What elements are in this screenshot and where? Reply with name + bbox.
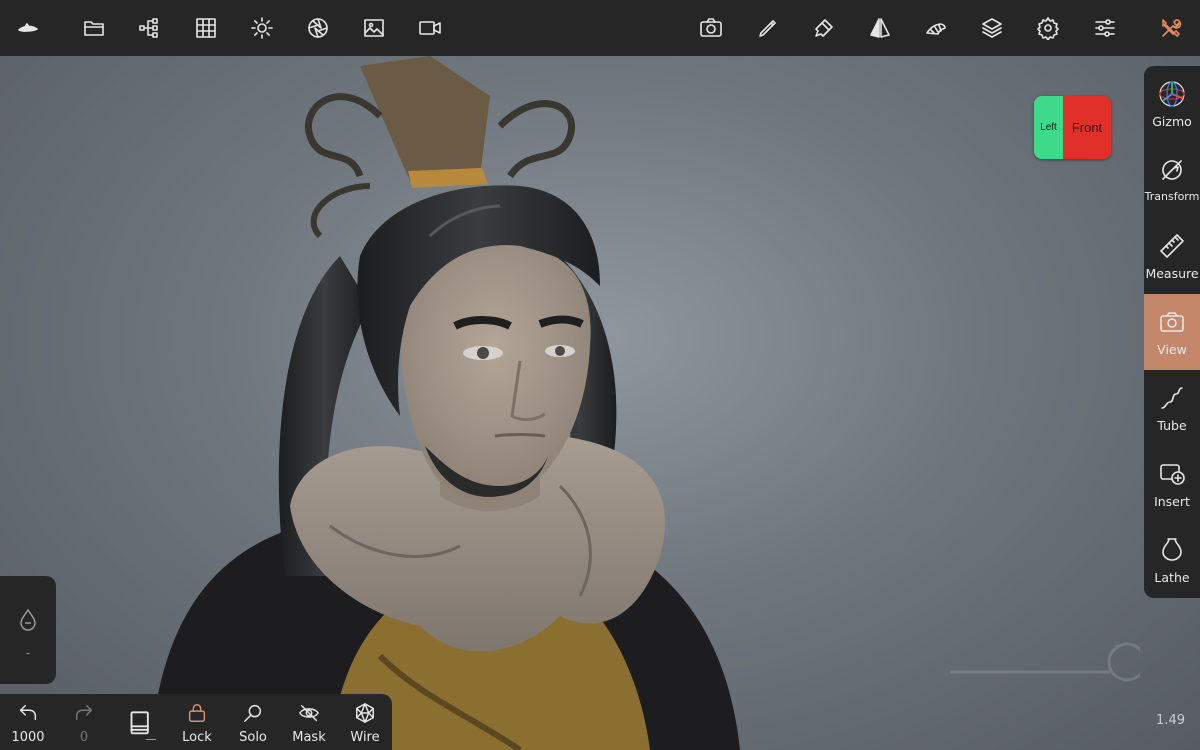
- solo-button[interactable]: Solo: [229, 694, 277, 750]
- view-cube-left-face[interactable]: Left: [1034, 96, 1063, 159]
- tool-lathe-label: Lathe: [1154, 570, 1190, 585]
- sun-icon[interactable]: [244, 10, 280, 46]
- grid-icon[interactable]: [188, 10, 224, 46]
- undo-count: 1000: [11, 730, 45, 745]
- camera-icon: [1160, 312, 1184, 332]
- tool-transform[interactable]: Transform: [1144, 142, 1200, 218]
- tool-gizmo-label: Gizmo: [1152, 114, 1192, 129]
- mask-button[interactable]: Mask: [285, 694, 333, 750]
- redo-count: 0: [79, 730, 89, 745]
- tools-icon[interactable]: [1153, 10, 1189, 46]
- tool-tube[interactable]: Tube: [1144, 370, 1200, 446]
- insert-icon: [1160, 464, 1185, 485]
- view-cube-front-face[interactable]: Front: [1063, 96, 1111, 159]
- tool-insert-label: Insert: [1154, 494, 1190, 509]
- left-panel-value: -: [25, 646, 31, 660]
- folder-icon[interactable]: [76, 10, 112, 46]
- wire-label: Wire: [350, 730, 380, 745]
- topology-icon[interactable]: [918, 10, 954, 46]
- 3d-viewport[interactable]: [0, 56, 1200, 750]
- top-toolbar: [0, 0, 1200, 56]
- solo-label: Solo: [239, 730, 267, 745]
- ruler-icon: [1160, 234, 1184, 258]
- image-icon[interactable]: [356, 10, 392, 46]
- tool-gizmo[interactable]: Gizmo: [1144, 66, 1200, 142]
- tool-lathe[interactable]: Lathe: [1144, 522, 1200, 598]
- aperture-icon[interactable]: [300, 10, 336, 46]
- tool-view[interactable]: View: [1144, 294, 1200, 370]
- tool-insert[interactable]: Insert: [1144, 446, 1200, 522]
- wireframe-icon: [356, 703, 374, 723]
- material-menu-button[interactable]: [118, 694, 166, 750]
- paint-brush-icon[interactable]: [806, 10, 842, 46]
- redo-button[interactable]: 0: [60, 694, 108, 750]
- transform-icon: [1162, 160, 1182, 180]
- sliders-icon[interactable]: [1087, 10, 1123, 46]
- redo-icon: [75, 704, 93, 721]
- logo-icon[interactable]: [10, 10, 46, 46]
- search-icon: [244, 704, 262, 722]
- brush-icon[interactable]: [750, 10, 786, 46]
- symmetry-icon[interactable]: [862, 10, 898, 46]
- view-cube[interactable]: Left Front: [1034, 96, 1111, 159]
- tube-icon: [1161, 387, 1183, 409]
- camera-icon[interactable]: [693, 10, 729, 46]
- gizmo-icon: [1159, 81, 1185, 107]
- video-icon[interactable]: [412, 10, 448, 46]
- eye-off-icon: [299, 704, 319, 722]
- lock-icon: [188, 704, 206, 722]
- book-menu-icon: [130, 711, 156, 740]
- tool-measure[interactable]: Measure: [1144, 218, 1200, 294]
- lock-label: Lock: [182, 730, 212, 745]
- layers-icon[interactable]: [974, 10, 1010, 46]
- right-tool-panel: Gizmo Transform Measure View Tube Insert…: [1144, 66, 1200, 598]
- tool-view-label: View: [1157, 342, 1187, 357]
- version-label: 1.49: [1156, 713, 1185, 728]
- sculpted-character-model: [150, 56, 1140, 750]
- undo-icon: [19, 704, 37, 721]
- settings-gear-icon[interactable]: [1030, 10, 1066, 46]
- tool-tube-label: Tube: [1157, 418, 1187, 433]
- lathe-icon: [1162, 538, 1182, 561]
- tool-transform-label: Transform: [1144, 190, 1200, 203]
- scene-tree-icon[interactable]: [132, 10, 168, 46]
- left-brush-panel: -: [0, 576, 56, 684]
- tool-measure-label: Measure: [1145, 266, 1199, 281]
- lock-button[interactable]: Lock: [173, 694, 221, 750]
- wire-button[interactable]: Wire: [341, 694, 389, 750]
- bottom-toolbar: 1000 0 Lock Solo Mask Wire: [0, 694, 392, 750]
- mask-label: Mask: [292, 730, 326, 745]
- undo-button[interactable]: 1000: [4, 694, 52, 750]
- drop-icon[interactable]: [17, 608, 39, 632]
